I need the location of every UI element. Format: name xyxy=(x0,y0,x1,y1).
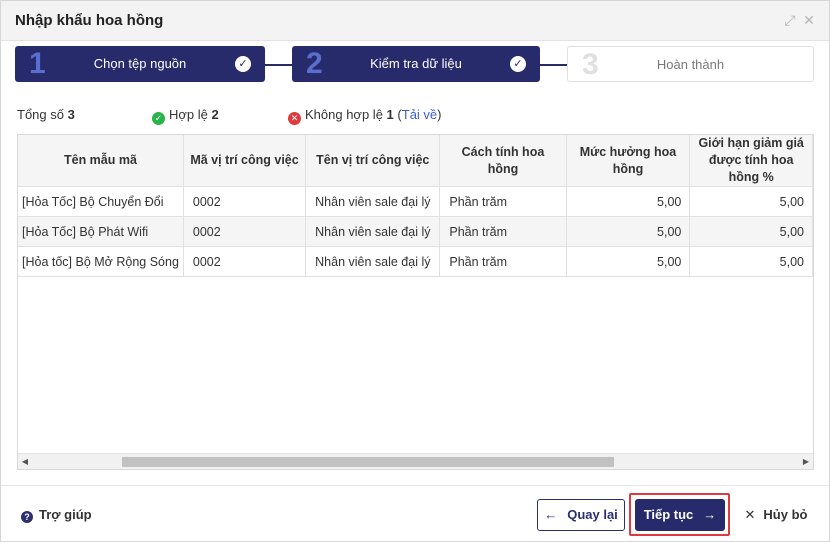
check-circle-icon: ✓ xyxy=(152,112,165,125)
cell-position-code: 0002 xyxy=(183,246,307,277)
footer-divider xyxy=(1,485,829,486)
table-row[interactable]: [Hỏa tốc] Bộ Mở Rộng Sóng 0002 Nhân viên… xyxy=(18,246,813,277)
invalid-count: ✕ Không hợp lệ 1 (Tải về) xyxy=(288,107,442,125)
cell-template-name: [Hỏa Tốc] Bộ Chuyển Đổi xyxy=(18,186,184,217)
step-choose-source[interactable]: 1 Chọn tệp nguồn ✓ xyxy=(15,46,265,82)
back-button[interactable]: ← Quay lại xyxy=(537,499,625,531)
column-header[interactable]: Mức hưởng hoa hồng xyxy=(566,135,691,187)
cell-position-code: 0002 xyxy=(183,186,307,217)
dialog-title: Nhập khẩu hoa hồng xyxy=(15,12,164,29)
close-icon[interactable]: ✕ xyxy=(799,10,819,30)
cell-commission-rate: 5,00 xyxy=(566,246,691,277)
step-complete: 3 Hoàn thành xyxy=(567,46,814,82)
step-label: Kiểm tra dữ liệu xyxy=(370,56,462,71)
step-check-data[interactable]: 2 Kiểm tra dữ liệu ✓ xyxy=(292,46,540,82)
cell-position-name: Nhân viên sale đại lý xyxy=(305,216,441,247)
step-label: Chọn tệp nguồn xyxy=(93,56,187,71)
cell-position-code: 0002 xyxy=(183,216,307,247)
cell-discount-limit: 5,00 xyxy=(689,216,813,247)
column-header[interactable]: Cách tính hoa hồng xyxy=(439,135,567,187)
column-header[interactable]: Tên vị trí công việc xyxy=(305,135,441,187)
step-connector xyxy=(265,64,293,66)
arrow-right-icon: → xyxy=(703,507,717,522)
cell-calc-method: Phần trăm xyxy=(439,186,567,217)
check-circle-icon: ✓ xyxy=(235,56,251,72)
import-commission-dialog: Nhập khẩu hoa hồng ⤢ ✕ 1 Chọn tệp nguồn … xyxy=(0,0,830,542)
help-link[interactable]: ? Trợ giúp xyxy=(21,507,92,523)
table-row[interactable]: [Hỏa Tốc] Bộ Chuyển Đổi 0002 Nhân viên s… xyxy=(18,186,813,217)
horizontal-scrollbar[interactable]: ◀ ▶ xyxy=(18,453,813,469)
column-header[interactable]: Tên mẫu mã xyxy=(18,135,184,187)
dialog-header: Nhập khẩu hoa hồng ⤢ ✕ xyxy=(1,1,829,41)
cell-template-name: [Hỏa Tốc] Bộ Phát Wifi xyxy=(18,216,184,247)
column-header[interactable]: Giới hạn giảm giá được tính hoa hồng % xyxy=(689,135,813,187)
import-data-grid: Tên mẫu mã Mã vị trí công việc Tên vị tr… xyxy=(17,134,814,470)
arrow-left-icon: ← xyxy=(544,507,558,522)
import-stepper: 1 Chọn tệp nguồn ✓ 2 Kiểm tra dữ liệu ✓ … xyxy=(15,46,815,84)
error-circle-icon: ✕ xyxy=(288,112,301,125)
scroll-left-icon[interactable]: ◀ xyxy=(18,454,32,469)
next-button[interactable]: Tiếp tục → xyxy=(635,499,725,531)
table-row[interactable]: [Hỏa Tốc] Bộ Phát Wifi 0002 Nhân viên sa… xyxy=(18,216,813,247)
cell-position-name: Nhân viên sale đại lý xyxy=(305,246,441,277)
data-table: Tên mẫu mã Mã vị trí công việc Tên vị tr… xyxy=(18,135,813,277)
download-invalid-link[interactable]: Tải về xyxy=(402,107,437,122)
cell-discount-limit: 5,00 xyxy=(689,186,813,217)
cell-commission-rate: 5,00 xyxy=(566,216,691,247)
cancel-button[interactable]: ✕ Hủy bỏ xyxy=(741,499,811,531)
help-icon: ? xyxy=(21,511,33,523)
cell-position-name: Nhân viên sale đại lý xyxy=(305,186,441,217)
total-count: Tổng số 3 xyxy=(17,107,75,122)
column-header[interactable]: Mã vị trí công việc xyxy=(183,135,307,187)
scroll-right-icon[interactable]: ▶ xyxy=(799,454,813,469)
close-icon: ✕ xyxy=(744,507,756,522)
valid-count: ✓ Hợp lệ 2 xyxy=(152,107,219,125)
cell-calc-method: Phần trăm xyxy=(439,216,567,247)
check-circle-icon: ✓ xyxy=(510,56,526,72)
expand-icon[interactable]: ⤢ xyxy=(780,10,800,30)
table-header-row: Tên mẫu mã Mã vị trí công việc Tên vị tr… xyxy=(18,135,813,187)
step-label: Hoàn thành xyxy=(656,57,725,72)
step-connector xyxy=(539,64,567,66)
cell-template-name: [Hỏa tốc] Bộ Mở Rộng Sóng xyxy=(18,246,184,277)
scrollbar-thumb[interactable] xyxy=(122,457,614,467)
cell-discount-limit: 5,00 xyxy=(689,246,813,277)
cell-calc-method: Phần trăm xyxy=(439,246,567,277)
cell-commission-rate: 5,00 xyxy=(566,186,691,217)
